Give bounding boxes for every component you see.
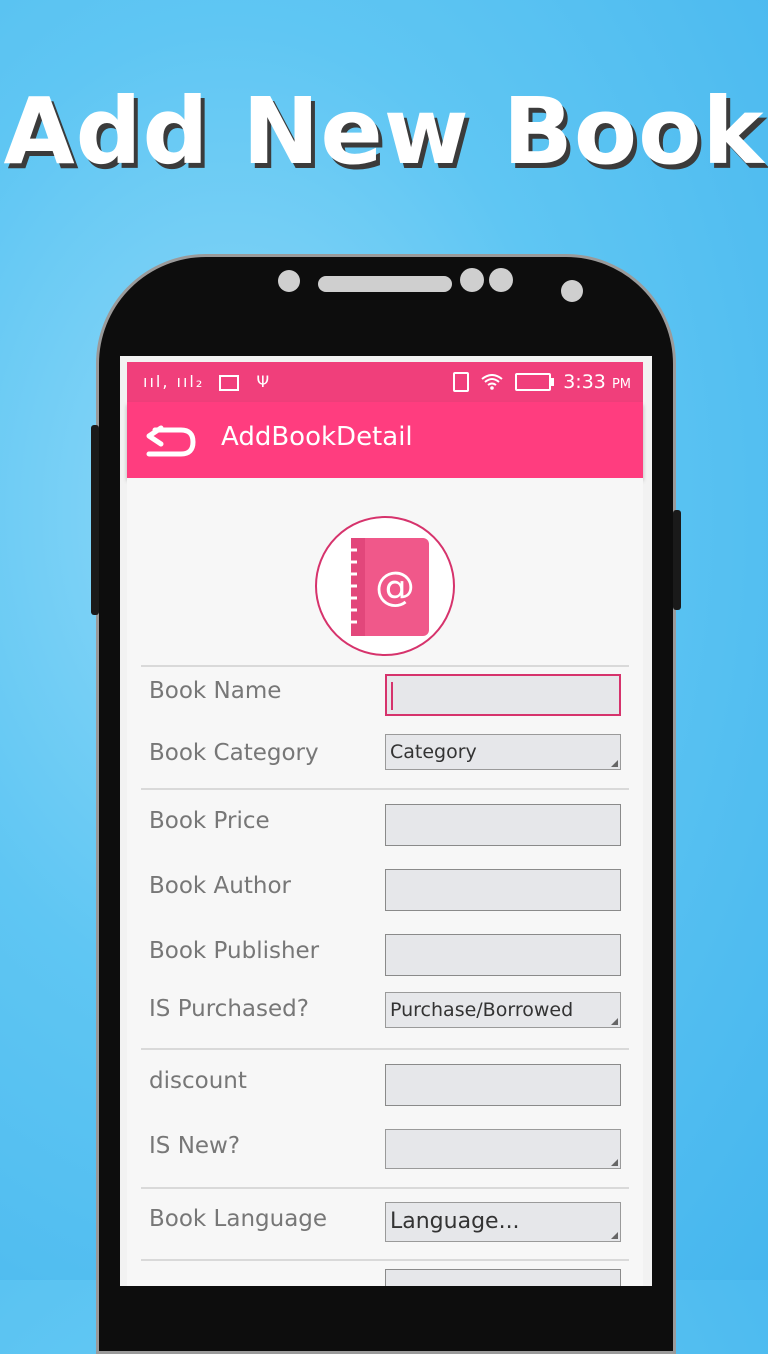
- vibrate-icon: [453, 372, 470, 392]
- usb-icon: Ψ: [256, 372, 272, 391]
- is-purchased-value: Purchase/Borrowed: [390, 999, 574, 1021]
- phone-side-button-right: [673, 510, 681, 610]
- book-price-label: Book Price: [149, 808, 270, 834]
- text-cursor: [391, 682, 393, 710]
- promo-title: Add New Book: [3, 78, 765, 185]
- book-category-label: Book Category: [149, 740, 319, 766]
- book-publisher-label: Book Publisher: [149, 938, 320, 964]
- book-category-value: Category: [390, 741, 477, 763]
- wifi-icon: [481, 374, 503, 390]
- dropdown-corner-icon: [611, 1232, 618, 1239]
- book-name-label: Book Name: [149, 678, 282, 704]
- phone-side-button-left: [91, 425, 99, 615]
- back-icon[interactable]: [141, 424, 197, 460]
- book-name-input[interactable]: [385, 674, 621, 716]
- app-title: AddBookDetail: [221, 422, 413, 452]
- is-purchased-label: IS Purchased?: [149, 996, 309, 1022]
- dropdown-corner-icon: [611, 1159, 618, 1166]
- book-language-value: Language...: [390, 1209, 520, 1234]
- app-bar: AddBookDetail: [127, 402, 643, 478]
- front-camera: [460, 268, 484, 292]
- book-image-picker[interactable]: @: [315, 516, 455, 656]
- section-divider: [141, 1048, 629, 1050]
- gallery-icon: [219, 374, 240, 391]
- status-right-icons: 3:33 PM: [453, 371, 631, 393]
- book-language-label: Book Language: [149, 1206, 328, 1232]
- add-book-form: @ Book Name Book Category Category Book …: [127, 478, 643, 1286]
- book-category-select[interactable]: Category: [385, 734, 621, 770]
- is-purchased-select[interactable]: Purchase/Borrowed: [385, 992, 621, 1028]
- dropdown-corner-icon: [611, 760, 618, 767]
- is-new-select[interactable]: [385, 1129, 621, 1169]
- signal-icon: ııl, ııl₂: [143, 372, 205, 391]
- front-sensor: [278, 270, 300, 292]
- status-left-icons: ııl, ııl₂ Ψ: [143, 372, 271, 391]
- status-bar: ııl, ııl₂ Ψ 3:33 PM: [127, 362, 643, 402]
- light-sensor: [561, 280, 583, 302]
- section-divider: [141, 788, 629, 790]
- book-author-label: Book Author: [149, 873, 291, 899]
- book-author-input[interactable]: [385, 869, 621, 911]
- is-new-label: IS New?: [149, 1133, 241, 1159]
- book-publisher-input[interactable]: [385, 934, 621, 976]
- notebook-at-icon: @: [347, 538, 429, 636]
- phone-screen: ııl, ııl₂ Ψ 3:33 PM AddBookDetail @ Book…: [120, 356, 652, 1286]
- discount-label: discount: [149, 1068, 247, 1094]
- status-time: 3:33 PM: [563, 371, 631, 393]
- section-divider: [141, 1187, 629, 1189]
- book-language-select[interactable]: Language...: [385, 1202, 621, 1242]
- section-divider: [141, 1259, 629, 1261]
- dropdown-corner-icon: [611, 1018, 618, 1025]
- section-divider: [141, 665, 629, 667]
- battery-icon: [515, 373, 555, 391]
- book-price-input[interactable]: [385, 804, 621, 846]
- earpiece-speaker: [318, 276, 452, 292]
- svg-text:@: @: [375, 564, 415, 610]
- next-field-partial[interactable]: [385, 1269, 621, 1286]
- proximity-sensor: [489, 268, 513, 292]
- discount-input[interactable]: [385, 1064, 621, 1106]
